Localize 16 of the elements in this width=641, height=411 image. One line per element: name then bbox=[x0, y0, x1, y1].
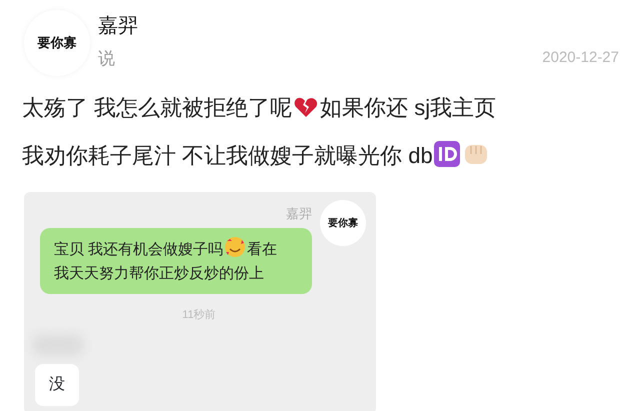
id-symbol-icon bbox=[434, 141, 460, 167]
message-text: 宝贝 我还有机会做嫂子吗 bbox=[54, 241, 224, 258]
post-text: 如果你还 sj我主页 bbox=[320, 95, 496, 120]
message-text: 看在 bbox=[247, 241, 278, 258]
post-text: 太殇了 我怎么就被拒绝了呢 bbox=[22, 95, 292, 120]
post-text: 我劝你耗子尾汁 不让我做嫂子就曝光你 db bbox=[22, 143, 433, 168]
reply-bubble: 没 bbox=[35, 364, 79, 406]
message-text: 我天天努力帮你正炒反炒的份上 bbox=[54, 265, 264, 282]
smiling-face-icon bbox=[224, 236, 246, 258]
post-date: 2020-12-27 bbox=[542, 48, 619, 68]
author-name[interactable]: 嘉羿 bbox=[98, 14, 138, 38]
chat-avatar: 要你寡 bbox=[320, 200, 366, 246]
action-label: 说 bbox=[98, 48, 116, 70]
avatar[interactable]: 要你寡 bbox=[24, 10, 90, 76]
broken-heart-icon bbox=[294, 96, 318, 118]
sender-name: 嘉羿 bbox=[286, 205, 312, 223]
